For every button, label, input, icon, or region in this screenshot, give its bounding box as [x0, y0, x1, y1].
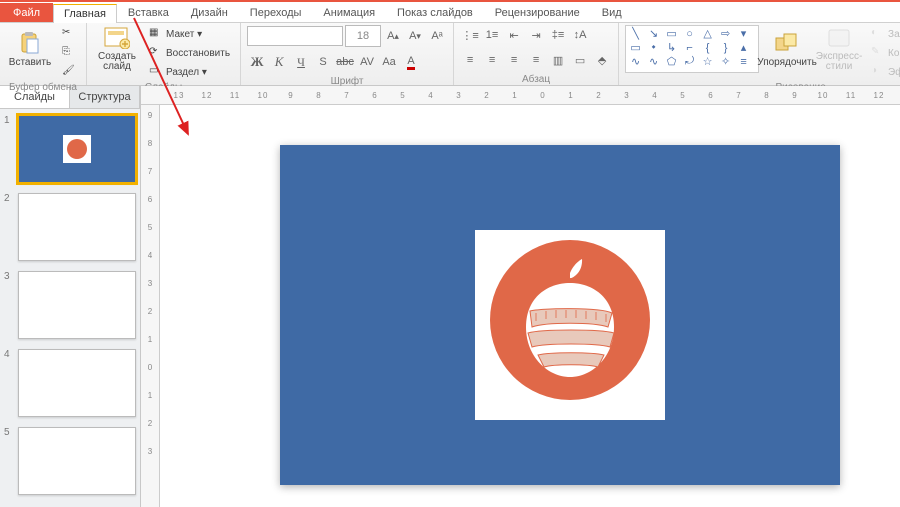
- arrange-button[interactable]: Упорядочить: [763, 25, 811, 73]
- inserted-image[interactable]: [475, 230, 665, 420]
- slide-canvas[interactable]: [160, 105, 900, 507]
- font-size-input[interactable]: [345, 25, 381, 47]
- shape-fill-button[interactable]: ◐Заливка фигуры ▾: [867, 25, 900, 43]
- underline-button[interactable]: Ч: [291, 52, 311, 72]
- paste-button[interactable]: Вставить: [6, 25, 54, 73]
- pen-icon: ✎: [871, 46, 885, 60]
- smartart-button[interactable]: ⬘: [592, 50, 612, 70]
- thumb-2[interactable]: [18, 193, 136, 261]
- cut-icon: ✂: [62, 27, 76, 41]
- align-center-button[interactable]: ≡: [482, 50, 502, 70]
- spacing-button[interactable]: AV: [357, 52, 377, 72]
- tab-design[interactable]: Дизайн: [180, 3, 239, 22]
- ribbon: Вставить ✂ ⎘ 🖌 Буфер обмена Создать слай…: [0, 23, 900, 86]
- layout-icon: ▦: [149, 27, 163, 41]
- reset-icon: ⟳: [149, 46, 163, 60]
- copy-icon: ⎘: [62, 46, 76, 60]
- effects-icon: ◑: [871, 65, 885, 79]
- tab-file[interactable]: Файл: [0, 3, 53, 22]
- align-left-button[interactable]: ≡: [460, 50, 480, 70]
- ruler-horizontal: 13121110987654321012345678910111213: [141, 86, 900, 105]
- tab-home[interactable]: Главная: [53, 4, 117, 23]
- apple-logo-icon: [490, 240, 650, 400]
- brush-icon: 🖌: [62, 65, 76, 79]
- shapes-gallery[interactable]: ╲↘▭○△⇨▾ ▭⬩↳⌐{}▴ ∿∿⬠⤾☆✧≡: [625, 25, 759, 73]
- group-paragraph: ⋮≡ 1≡ ⇤ ⇥ ‡≡ ↕A ≡ ≡ ≡ ≡ ▥ ▭ ⬘ Абзац: [454, 23, 619, 85]
- slide[interactable]: [280, 145, 840, 485]
- shape-effects-button[interactable]: ◑Эффекты фигур ▾: [867, 63, 900, 81]
- section-icon: ▭: [149, 65, 163, 79]
- tab-review[interactable]: Рецензирование: [484, 3, 591, 22]
- bullets-button[interactable]: ⋮≡: [460, 25, 480, 45]
- format-painter-button[interactable]: 🖌: [58, 63, 80, 81]
- clear-format-button[interactable]: Aᵃ: [427, 26, 447, 46]
- tab-insert[interactable]: Вставка: [117, 3, 180, 22]
- columns-button[interactable]: ▥: [548, 50, 568, 70]
- shadow-button[interactable]: S: [313, 52, 333, 72]
- thumb-5[interactable]: [18, 427, 136, 495]
- layout-button[interactable]: ▦Макет ▾: [145, 25, 234, 43]
- thumb-4[interactable]: [18, 349, 136, 417]
- shape-outline-button[interactable]: ✎Контур фигуры ▾: [867, 44, 900, 62]
- quick-styles-icon: [826, 26, 852, 50]
- group-slides: Создать слайд ▦Макет ▾ ⟳Восстановить ▭Ра…: [87, 23, 241, 85]
- text-direction-button[interactable]: ↕A: [570, 25, 590, 45]
- case-button[interactable]: Aa: [379, 52, 399, 72]
- bold-button[interactable]: Ж: [247, 52, 267, 72]
- tab-transitions[interactable]: Переходы: [239, 3, 313, 22]
- thumb-1[interactable]: [18, 115, 136, 183]
- ribbon-tabs: Файл Главная Вставка Дизайн Переходы Ани…: [0, 2, 900, 23]
- italic-button[interactable]: К: [269, 52, 289, 72]
- justify-button[interactable]: ≡: [526, 50, 546, 70]
- quick-styles-button[interactable]: Экспресс-стили: [815, 25, 863, 73]
- numbering-button[interactable]: 1≡: [482, 25, 502, 45]
- strike-button[interactable]: abc: [335, 52, 355, 72]
- arrange-icon: [774, 30, 800, 56]
- bucket-icon: ◐: [871, 27, 885, 41]
- align-text-button[interactable]: ▭: [570, 50, 590, 70]
- new-slide-button[interactable]: Создать слайд: [93, 25, 141, 73]
- tab-slideshow[interactable]: Показ слайдов: [386, 3, 484, 22]
- paste-icon: [17, 30, 43, 56]
- shrink-font-button[interactable]: A▾: [405, 26, 425, 46]
- line-spacing-button[interactable]: ‡≡: [548, 25, 568, 45]
- group-font: A▴ A▾ Aᵃ Ж К Ч S abc AV Aa A Шрифт: [241, 23, 454, 85]
- ruler-vertical: 9876543210123: [141, 105, 160, 507]
- font-color-button[interactable]: A: [401, 52, 421, 72]
- group-clipboard: Вставить ✂ ⎘ 🖌 Буфер обмена: [0, 23, 87, 85]
- cut-button[interactable]: ✂: [58, 25, 80, 43]
- tab-animation[interactable]: Анимация: [312, 3, 386, 22]
- group-drawing: ╲↘▭○△⇨▾ ▭⬩↳⌐{}▴ ∿∿⬠⤾☆✧≡ Упорядочить Эксп…: [619, 23, 900, 85]
- reset-button[interactable]: ⟳Восстановить: [145, 44, 234, 62]
- side-panel: Слайды Структура 1 2 3 4 5: [0, 86, 141, 507]
- copy-button[interactable]: ⎘: [58, 44, 80, 62]
- tab-view[interactable]: Вид: [591, 3, 633, 22]
- indent-dec-button[interactable]: ⇤: [504, 25, 524, 45]
- new-slide-icon: [104, 26, 130, 50]
- thumbnails[interactable]: 1 2 3 4 5: [0, 109, 140, 507]
- align-right-button[interactable]: ≡: [504, 50, 524, 70]
- section-button[interactable]: ▭Раздел ▾: [145, 63, 234, 81]
- font-name-input[interactable]: [247, 26, 343, 46]
- indent-inc-button[interactable]: ⇥: [526, 25, 546, 45]
- grow-font-button[interactable]: A▴: [383, 26, 403, 46]
- thumb-3[interactable]: [18, 271, 136, 339]
